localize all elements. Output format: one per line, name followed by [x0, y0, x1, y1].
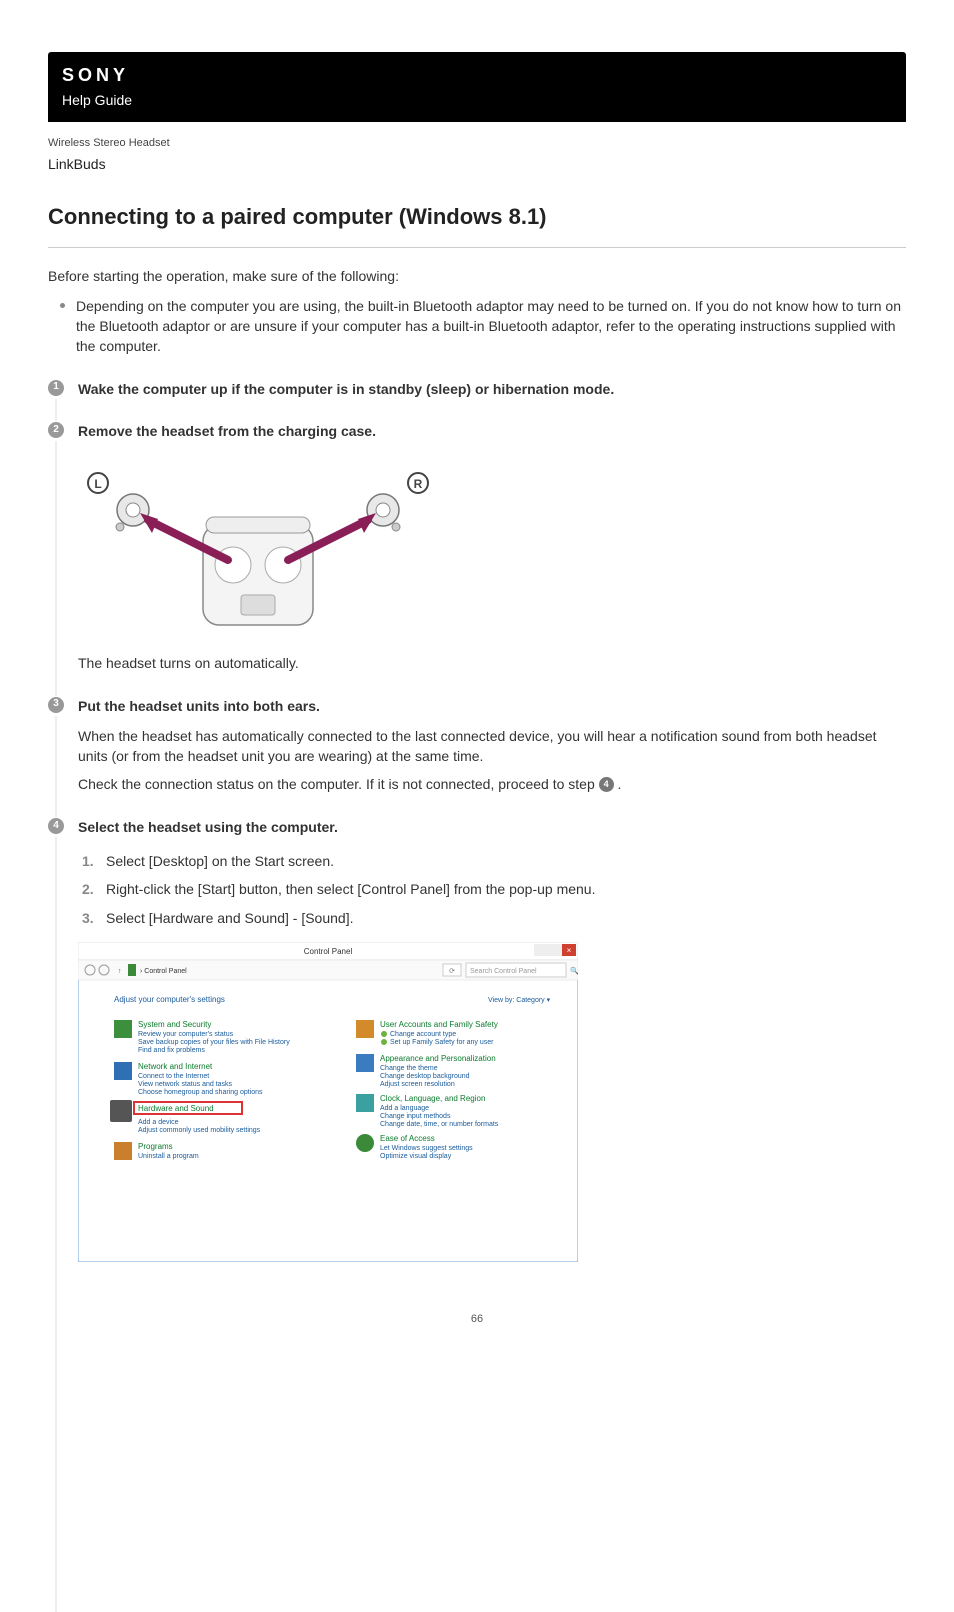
svg-text:Uninstall a program: Uninstall a program: [138, 1153, 199, 1160]
svg-text:Clock, Language, and Region: Clock, Language, and Region: [380, 1094, 485, 1103]
svg-text:Find and fix problems: Find and fix problems: [138, 1047, 205, 1054]
step-2-note: The headset turns on automatically.: [78, 653, 906, 673]
sony-logo: SONY: [62, 62, 906, 88]
step-title: Put the headset units into both ears.: [78, 696, 906, 716]
left-label: L: [94, 477, 101, 491]
right-earbud: [367, 494, 400, 531]
svg-text:Change date, time, or number f: Change date, time, or number formats: [380, 1121, 499, 1128]
step-number-badge: 2: [48, 422, 64, 438]
page-number: 66: [48, 1312, 906, 1328]
svg-text:Add a device: Add a device: [138, 1119, 179, 1126]
step-3: 3 Put the headset units into both ears. …: [48, 696, 906, 795]
svg-text:Programs: Programs: [138, 1142, 173, 1151]
step-3-p2: Check the connection status on the compu…: [78, 774, 906, 794]
step-marker: 1: [48, 379, 78, 399]
svg-text:Ease of Access: Ease of Access: [380, 1134, 435, 1143]
step-2: 2 Remove the headset from the charging c…: [48, 421, 906, 674]
note-item: Depending on the computer you are using,…: [76, 296, 906, 357]
step-number-badge: 4: [48, 818, 64, 834]
product-name: LinkBuds: [48, 154, 906, 174]
step-number-badge: 1: [48, 380, 64, 396]
cp-search-placeholder: Search Control Panel: [470, 968, 537, 975]
substep-list: Select [Desktop] on the Start screen. Ri…: [78, 847, 906, 932]
svg-text:User Accounts and Family Safet: User Accounts and Family Safety: [380, 1020, 498, 1029]
step-marker: 2: [48, 421, 78, 674]
svg-text:×: ×: [567, 946, 572, 955]
right-label: R: [414, 477, 423, 491]
svg-text:⟳: ⟳: [449, 968, 455, 975]
svg-text:Connect to the Internet: Connect to the Internet: [138, 1073, 209, 1080]
svg-text:Set up Family Safety for any u: Set up Family Safety for any user: [390, 1039, 494, 1046]
svg-text:Network and Internet: Network and Internet: [138, 1062, 213, 1071]
step-title: Remove the headset from the charging cas…: [78, 421, 906, 441]
earbud-illustration: L R: [78, 455, 906, 645]
substep-3: Select [Hardware and Sound] - [Sound].: [106, 904, 906, 932]
cp-window-title: Control Panel: [304, 947, 353, 956]
step-ref-badge: 4: [599, 777, 614, 792]
cp-adjust-label: Adjust your computer's settings: [114, 995, 225, 1004]
step-1: 1 Wake the computer up if the computer i…: [48, 379, 906, 399]
svg-text:Appearance and Personalization: Appearance and Personalization: [380, 1054, 496, 1063]
svg-text:Adjust screen resolution: Adjust screen resolution: [380, 1081, 455, 1088]
product-type: Wireless Stereo Headset: [48, 136, 906, 152]
svg-text:Change desktop background: Change desktop background: [380, 1073, 470, 1080]
svg-text:Adjust commonly used mobility: Adjust commonly used mobility settings: [138, 1127, 261, 1134]
svg-text:Choose homegroup and sharing o: Choose homegroup and sharing options: [138, 1089, 263, 1096]
svg-text:Hardware and Sound: Hardware and Sound: [138, 1104, 214, 1113]
intro-text: Before starting the operation, make sure…: [48, 266, 906, 286]
cp-view-by: View by: Category ▾: [488, 997, 551, 1004]
control-panel-screenshot: Control Panel × ↑ › Control Panel ⟳: [78, 942, 906, 1262]
page-title: Connecting to a paired computer (Windows…: [48, 201, 906, 248]
step-number-badge: 3: [48, 697, 64, 713]
left-earbud: [116, 494, 149, 531]
svg-text:Change the theme: Change the theme: [380, 1065, 438, 1072]
svg-text:Add a language: Add a language: [380, 1105, 429, 1112]
svg-text:View network status and tasks: View network status and tasks: [138, 1081, 233, 1088]
svg-text:Let Windows suggest settings: Let Windows suggest settings: [380, 1145, 473, 1152]
svg-text:Change account type: Change account type: [390, 1031, 456, 1038]
svg-text:System and Security: System and Security: [138, 1020, 211, 1029]
svg-text:🔍: 🔍: [570, 966, 578, 975]
substep-1: Select [Desktop] on the Start screen.: [106, 847, 906, 875]
svg-text:Change input methods: Change input methods: [380, 1113, 451, 1120]
step-3-p1: When the headset has automatically conne…: [78, 726, 906, 767]
substep-2: Right-click the [Start] button, then sel…: [106, 875, 906, 903]
step-marker: 4: [48, 817, 78, 1262]
step-title: Wake the computer up if the computer is …: [78, 379, 906, 399]
svg-text:Review your computer's status: Review your computer's status: [138, 1031, 234, 1038]
help-guide-label: Help Guide: [62, 90, 906, 110]
svg-text:Optimize visual display: Optimize visual display: [380, 1153, 452, 1160]
brand-header: SONY Help Guide: [48, 52, 906, 122]
step-4: 4 Select the headset using the computer.…: [48, 817, 906, 1262]
svg-text:Save backup copies of your fil: Save backup copies of your files with Fi…: [138, 1039, 290, 1046]
step-marker: 3: [48, 696, 78, 795]
svg-text:↑: ↑: [118, 968, 122, 975]
step-title: Select the headset using the computer.: [78, 817, 906, 837]
product-info: Wireless Stereo Headset LinkBuds: [48, 136, 906, 174]
cp-breadcrumb: › Control Panel: [140, 968, 187, 975]
note-list: Depending on the computer you are using,…: [48, 296, 906, 357]
